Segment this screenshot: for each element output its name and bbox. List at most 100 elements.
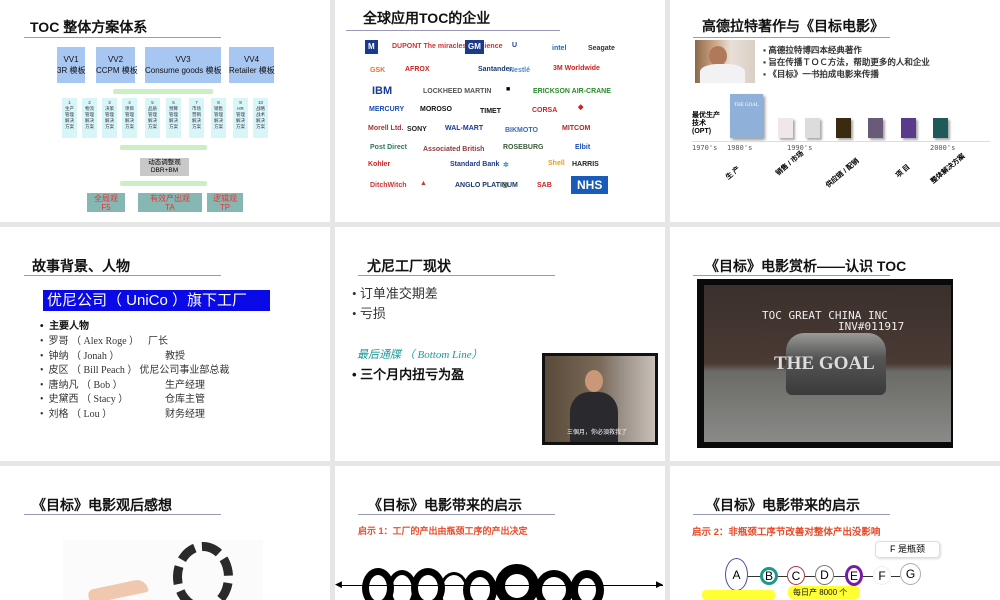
title-underline	[693, 275, 890, 276]
person-row: • 唐纳凡 （ Bob ）生产经理	[40, 376, 205, 391]
connector-bar	[120, 145, 207, 150]
area-label: 生 产	[724, 165, 742, 182]
book	[933, 118, 948, 138]
base-sub: TA	[165, 203, 175, 212]
slide-title: 《目标》电影观后感想	[32, 497, 172, 513]
company-logo: ◎	[502, 182, 509, 189]
company-logo: SONY	[407, 126, 427, 133]
dbr-sub: DBR+BM	[150, 167, 179, 174]
person-name: 钟纳 （ Jonah ）	[48, 350, 120, 362]
base-box: 逻辑观 TP	[207, 193, 243, 212]
goldratt-photo	[695, 40, 755, 83]
year-label: 1970's	[692, 144, 718, 152]
company-logo: BIKMOTO	[505, 127, 538, 134]
company-logo: ✲	[503, 162, 509, 169]
connector-bar	[113, 89, 213, 94]
book	[836, 118, 851, 138]
company-logo: Seagate	[588, 45, 615, 52]
process-node-f-bottleneck: F	[873, 566, 891, 585]
heading-text: 主要人物	[49, 321, 90, 332]
vv-sub: Consume goods 模板	[145, 66, 222, 75]
slide-6-movie-appreciation[interactable]: 《目标》电影赏析——认识 TOC TOC GREAT CHINA INC INV…	[670, 227, 1000, 461]
company-logo: Morell Ltd.	[368, 125, 404, 132]
slide-8-insight-1[interactable]: 《目标》电影带来的启示 启示 1：工厂的产出由瓶颈工序的产出决定 ◀ ▶	[335, 466, 665, 600]
company-logo: GSK	[370, 67, 386, 74]
person-row: • 史黛西 （ Stacy ）仓库主管	[40, 390, 205, 405]
company-logo: ◆	[578, 104, 584, 111]
slide-2-toc-companies[interactable]: 全球应用TOC的企业 M DUPONT The miracles of scien…	[335, 0, 665, 222]
person-row: • 刘格 （ Lou ）财务经理	[40, 405, 205, 420]
area-label: 项 目	[894, 163, 912, 180]
dominoes-image	[63, 540, 263, 600]
slide-title: 高德拉特著作与《目标电影》	[702, 18, 884, 34]
company-logo: Kohler	[368, 161, 391, 168]
slide-5-factory-status[interactable]: 尤尼工厂现状 • 订单准交期差 • 亏损 最后通牒 （ Bottom Line）…	[335, 227, 665, 461]
slide-9-insight-2[interactable]: 《目标》电影带来的启示 启示 2：非瓶颈工序节改善对整体产出没影响 F 是瓶颈 …	[670, 466, 1000, 600]
vv4-box: VV4 Retailer 模板	[229, 47, 275, 83]
vv1-box: VV1 3R 模板	[57, 47, 85, 83]
year-label: 2000's	[930, 144, 956, 152]
flow-arrow	[805, 576, 815, 577]
arrow-left-icon: ◀	[335, 579, 342, 589]
flow-arrow	[891, 576, 900, 577]
process-node-c: C	[787, 566, 805, 585]
solution-box: 7 市场 营销 解决 方案	[189, 98, 204, 138]
bullet: ▪ 旨在传播ＴＯＣ方法，帮助更多的人和企业	[763, 57, 930, 67]
slide-4-story-background[interactable]: 故事背景、人物 优尼公司（ UniCo ）旗下工厂 • 主要人物 • 罗哥 （ …	[0, 227, 330, 461]
man-head	[585, 370, 603, 392]
unico-banner: 优尼公司（ UniCo ）旗下工厂	[43, 290, 270, 311]
book-title: THE GOAL	[734, 103, 759, 108]
company-logo: MERCURY	[369, 106, 405, 113]
bullet-text: 高德拉特博四本经典著作	[768, 45, 862, 55]
flow-arrow	[748, 576, 760, 577]
person-role: 优尼公司事业部总裁	[139, 365, 230, 376]
vv2-box: VV2 CCPM 模板	[96, 47, 138, 83]
company-logo: DitchWitch	[370, 182, 407, 189]
chain-link	[570, 570, 604, 600]
chain-link	[463, 570, 497, 600]
book	[868, 118, 883, 138]
bullet-text: 三个月内扭亏为盈	[360, 367, 465, 382]
company-logo: CORSA	[532, 107, 558, 114]
vv-label: VV4	[243, 55, 260, 64]
area-label: 销售 / 市场	[774, 150, 806, 178]
flow-arrow	[778, 576, 787, 577]
book	[805, 118, 820, 138]
person-shirt	[700, 64, 745, 83]
base-label: 有效产出观	[150, 194, 190, 203]
timeline-line	[692, 141, 990, 142]
person-role: 仓库主管	[165, 394, 205, 405]
company-logo: intel	[552, 45, 567, 52]
slide-1-toc-solution-system[interactable]: TOC 整体方案体系 VV1 3R 模板 VV2 CCPM 模板 VV3 Consum…	[0, 0, 330, 222]
book-the-goal: THE GOAL	[730, 94, 763, 138]
company-logo: ANGLO PLATINUM	[455, 182, 518, 189]
company-logo: ▲	[420, 180, 427, 187]
company-logo: M	[365, 40, 378, 54]
slide-7-movie-reflections[interactable]: 《目标》电影观后感想	[0, 466, 330, 600]
book	[901, 118, 916, 138]
base-sub: TP	[219, 203, 231, 212]
person-name: 史黛西 （ Stacy ）	[48, 394, 129, 405]
company-logo: Associated British	[423, 146, 485, 153]
arrow-right-icon: ▶	[656, 579, 663, 589]
company-logo: IBM	[372, 85, 393, 97]
slide-title: 《目标》电影带来的启示	[706, 497, 860, 513]
person-figure	[709, 46, 727, 66]
solution-box: 8 销售 管理 解决 方案	[211, 98, 226, 138]
company-logo: 3M Worldwide	[553, 65, 600, 72]
connector-bar	[120, 181, 207, 186]
book	[778, 118, 793, 138]
hand	[87, 577, 149, 600]
vv-label: VV3	[175, 55, 191, 64]
slide-3-goldratt-works[interactable]: 高德拉特著作与《目标电影》 ▪ 高德拉特博四本经典著作 ▪ 旨在传播ＴＯＣ方法，…	[670, 0, 1000, 222]
process-node-b: B	[760, 567, 778, 585]
company-logo: U	[512, 42, 518, 49]
solution-box: 9 HR 管理 解决 方案	[233, 98, 248, 138]
vv-sub: Retailer 模板	[229, 66, 275, 75]
company-logo: HARRIS	[572, 161, 599, 168]
flow-arrow	[863, 576, 873, 577]
slide-title: TOC 整体方案体系	[30, 19, 148, 35]
insight-text: 启示 1：工厂的产出由瓶颈工序的产出决定	[358, 526, 528, 536]
slide-title: 《目标》电影赏析——认识 TOC	[705, 258, 907, 274]
company-logo: Shell	[548, 160, 565, 167]
